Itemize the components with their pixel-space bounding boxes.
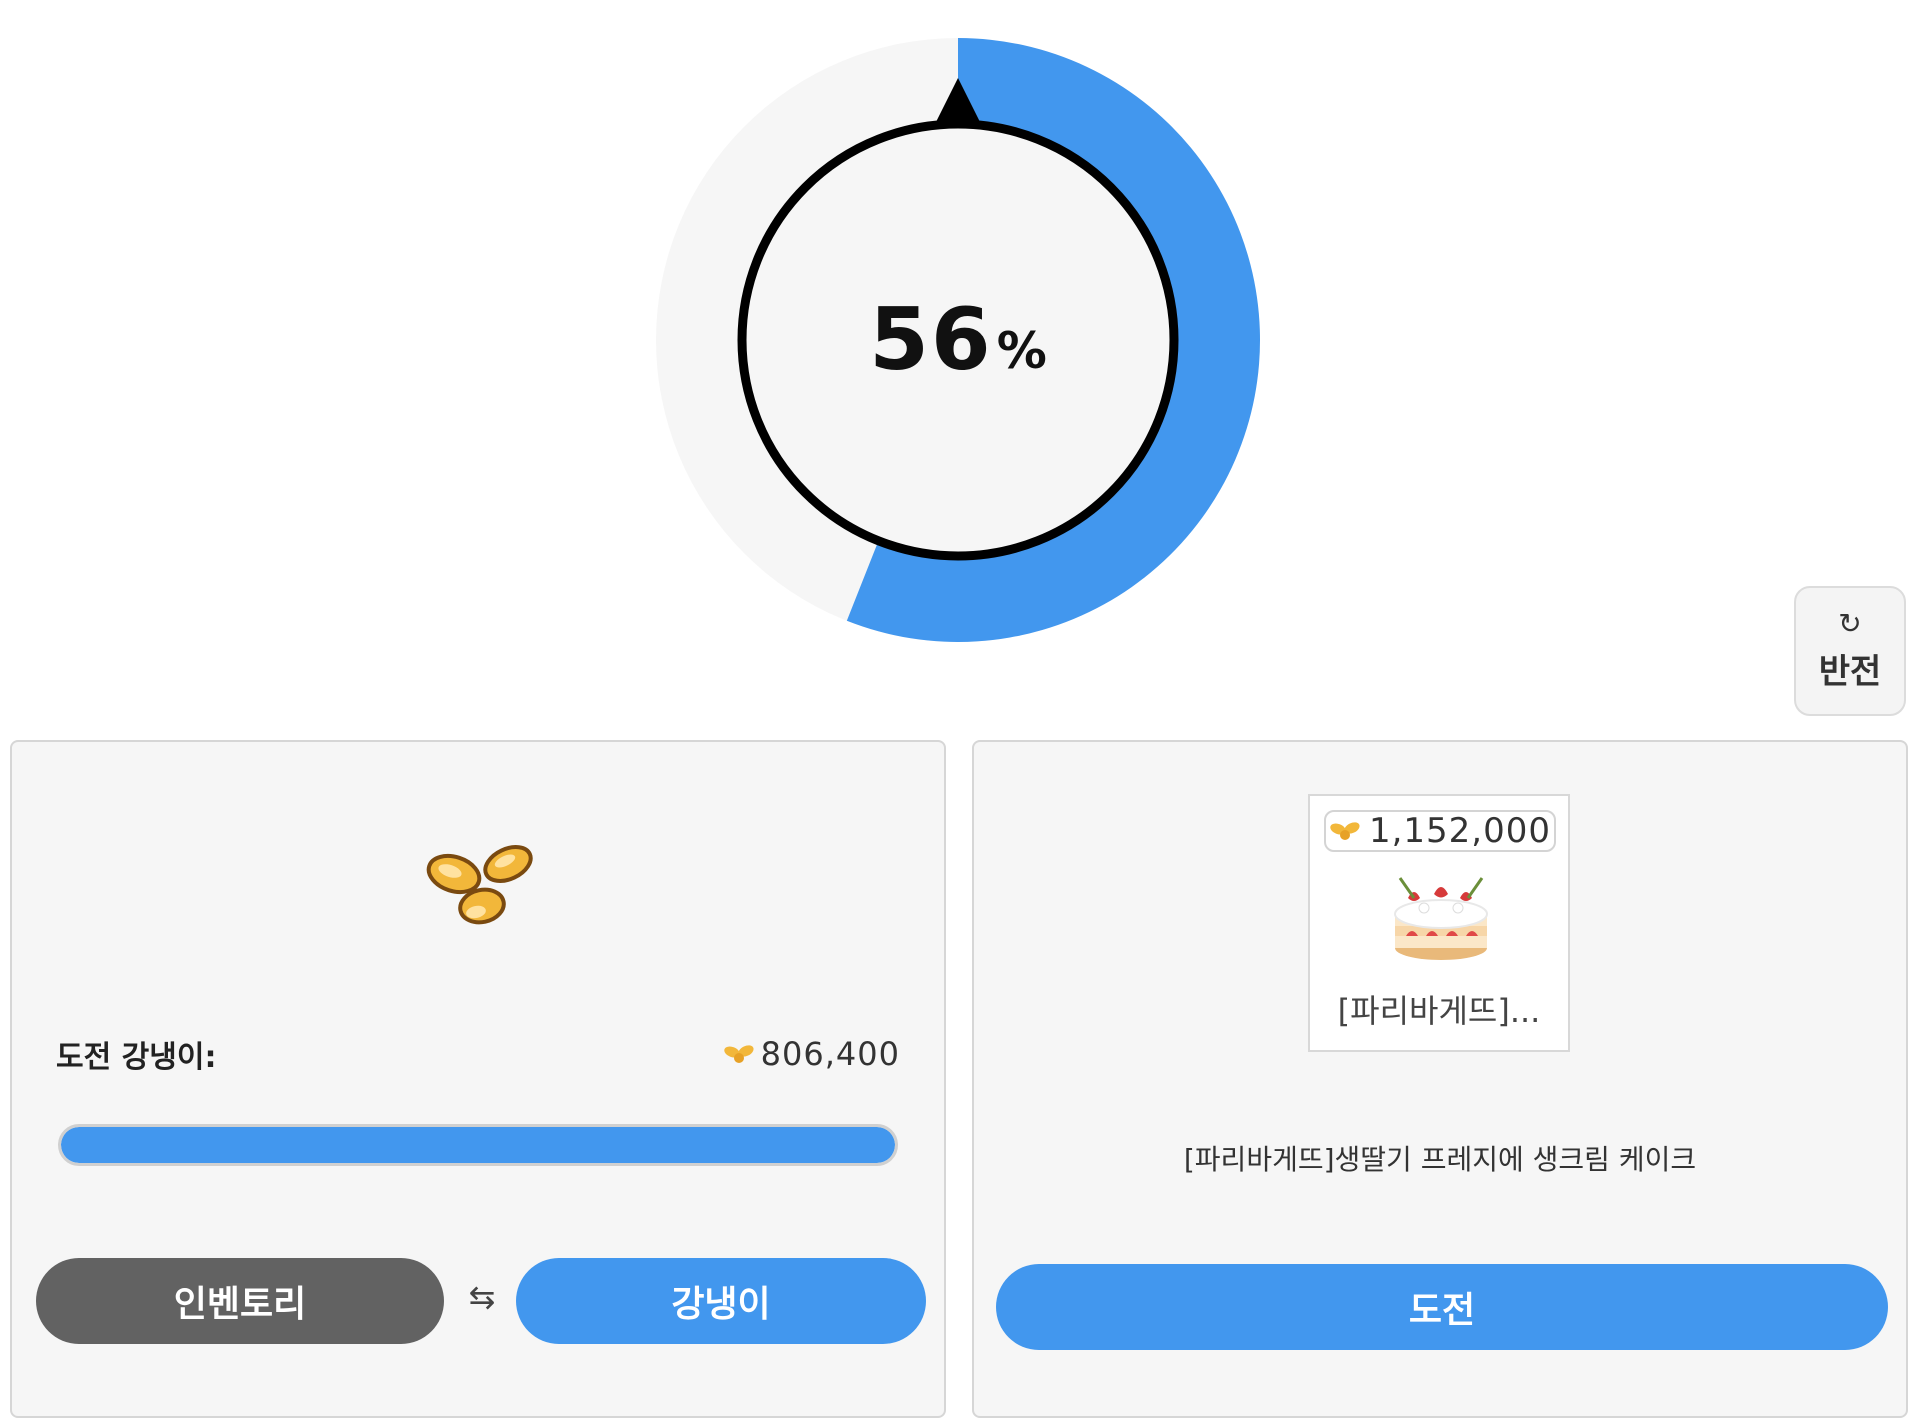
kernel-icon xyxy=(723,1045,754,1063)
challenge-progress-fill xyxy=(61,1127,895,1163)
flip-button-label: 반전 xyxy=(1818,651,1882,692)
refresh-icon: ↻ xyxy=(1838,606,1862,640)
strawberry-cake-image xyxy=(1394,877,1488,960)
prize-panel: 1,152,000 [파리바게뜨]... [파리바게뜨]생딸기 프레지에 생크림… xyxy=(972,740,1908,1418)
challenge-kernel-label: 도전 강냉이: xyxy=(56,1040,217,1075)
kernel-challenge-panel: 도전 강냉이: 806,400 인벤토리 ⇆ 강냉이 xyxy=(10,740,946,1418)
prize-full-name: [파리바게뜨]생딸기 프레지에 생크림 케이크 xyxy=(1183,1143,1697,1176)
flip-button[interactable]: ↻ 반전 xyxy=(1794,586,1906,716)
gauge-ring xyxy=(656,38,1260,642)
kernel-icon xyxy=(426,845,533,925)
gauge-inner-dial xyxy=(737,119,1179,561)
prize-short-name: [파리바게뜨]... xyxy=(1337,992,1541,1030)
challenge-progress-bar xyxy=(58,1124,898,1166)
kernel-icon xyxy=(1330,822,1360,840)
swap-arrows-icon[interactable]: ⇆ xyxy=(464,1277,500,1317)
prize-price-badge: 1,152,000 xyxy=(1324,810,1556,852)
challenge-amount-value: 806,400 xyxy=(760,1035,900,1073)
inventory-button[interactable]: 인벤토리 xyxy=(36,1258,444,1344)
prize-price: 1,152,000 xyxy=(1368,811,1552,851)
challenge-amount-row: 도전 강냉이: 806,400 xyxy=(56,1032,900,1076)
challenge-amount: 806,400 xyxy=(723,1035,900,1073)
probability-gauge: 56% xyxy=(656,38,1260,642)
prize-card[interactable]: 1,152,000 [파리바게뜨]... xyxy=(1308,794,1570,1052)
kernel-button[interactable]: 강냉이 xyxy=(516,1258,926,1344)
challenge-button[interactable]: 도전 xyxy=(996,1264,1888,1350)
